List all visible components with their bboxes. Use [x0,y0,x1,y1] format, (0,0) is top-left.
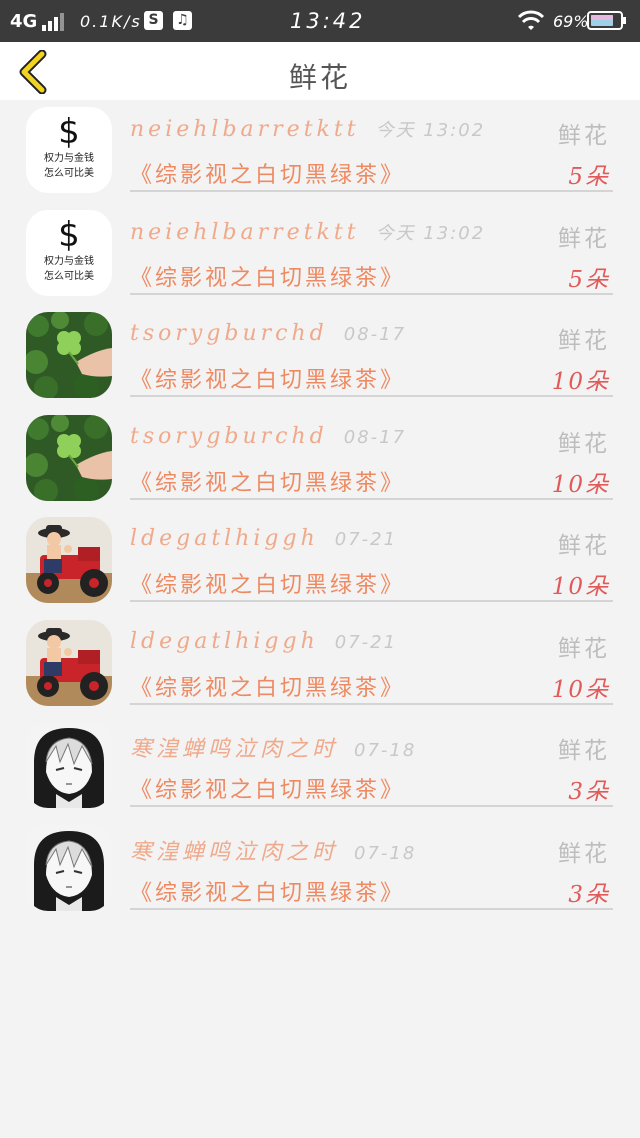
network-speed: 0.1K/s [80,12,142,31]
timestamp: 07-18 [354,740,417,761]
divider [130,292,613,295]
avatar-caption-line2: 怎么可比美 [44,168,94,179]
book-title[interactable]: 《综影视之白切黑绿茶》 [130,875,405,907]
username-text: ldegatlhiggh [130,628,319,654]
dollar-sign-icon: $ [58,112,80,152]
tractor-avatar[interactable] [26,517,112,603]
book-title[interactable]: 《综影视之白切黑绿茶》 [130,772,405,804]
list-item[interactable]: $ 权力与金钱 怎么可比美 neiehlbarretktt 今天 13:02 鲜花… [0,100,640,203]
flower-count: 10朵 [551,369,610,395]
avatar-caption-line2: 怎么可比美 [44,270,94,282]
clover-avatar[interactable] [26,312,112,398]
list-item[interactable]: tsorygburchd 08-17 鲜花 《综影视之白切黑绿茶》 10朵 [0,305,640,408]
username: neiehlbarretktt 今天 13:02 [130,219,485,245]
username-text: ldegatlhiggh [130,526,319,551]
tractor-avatar[interactable] [26,619,112,706]
flower-count: 10朵 [551,574,610,600]
timestamp: 08-17 [343,426,407,448]
clover-avatar[interactable] [26,414,112,501]
header-bar: 鲜花 [0,42,640,100]
list-item[interactable]: ldegatlhiggh 07-21 鲜花 《综影视之白切黑绿茶》 10朵 [0,613,640,716]
signal-icon [42,11,68,31]
book-title[interactable]: 《综影视之白切黑绿茶》 [130,260,405,292]
username: neiehlbarretktt 今天 13:02 [130,116,485,142]
book-title[interactable]: 《综影视之白切黑绿茶》 [130,157,405,189]
book-title[interactable]: 《综影视之白切黑绿茶》 [130,465,405,497]
username-text: tsorygburchd [130,423,328,449]
gift-type: 鲜花 [558,533,610,559]
avatar-caption-line1: 权力与金钱 [44,255,94,267]
flower-count: 3朵 [568,779,610,805]
clock: 13:42 [290,9,366,33]
divider [130,497,613,500]
divider [130,190,613,192]
username-text: tsorygburchd [130,321,328,346]
gift-type: 鲜花 [558,738,610,764]
status-bar: 4G 0.1K/s S ♫ 13:42 69% [0,0,640,42]
page-title: 鲜花 [288,61,351,94]
divider [130,805,613,807]
gift-type: 鲜花 [558,635,610,662]
username: 寒湟蝉鸣泣肉之时 07-18 [130,834,416,866]
timestamp: 08-17 [343,324,407,345]
username: tsorygburchd 08-17 [130,321,406,346]
music-icon: ♫ [173,11,192,30]
gift-type: 鲜花 [558,225,610,252]
gift-type: 鲜花 [558,123,610,149]
flower-count: 3朵 [568,881,610,908]
gift-type: 鲜花 [558,840,610,867]
timestamp: 今天 13:02 [375,222,486,244]
list-item[interactable]: ldegatlhiggh 07-21 鲜花 《综影视之白切黑绿茶》 10朵 [0,510,640,613]
battery-icon [587,11,626,30]
gift-type: 鲜花 [558,430,610,457]
list-item[interactable]: $ 权力与金钱 怎么可比美 neiehlbarretktt 今天 13:02 鲜花… [0,203,640,306]
wifi-icon [517,10,545,30]
flower-count: 5朵 [568,164,610,190]
list-item[interactable]: tsorygburchd 08-17 鲜花 《综影视之白切黑绿茶》 10朵 [0,408,640,511]
username: tsorygburchd 08-17 [130,424,406,449]
flower-count: 5朵 [568,266,610,293]
username-text: 寒湟蝉鸣泣肉之时 [130,737,339,762]
timestamp: 07-21 [334,631,398,653]
s-app-icon: S [144,11,163,30]
flower-count: 10朵 [551,676,610,703]
divider [130,702,613,705]
gift-type: 鲜花 [558,328,610,354]
flower-record-list: $ 权力与金钱 怎么可比美 neiehlbarretktt 今天 13:02 鲜花… [0,100,640,920]
avatar-caption-line1: 权力与金钱 [44,153,94,164]
timestamp: 07-21 [334,529,398,550]
username-text: 寒湟蝉鸣泣肉之时 [130,839,339,865]
list-item[interactable]: 寒湟蝉鸣泣肉之时 07-18 鲜花 《综影视之白切黑绿茶》 3朵 [0,715,640,818]
divider [130,907,613,910]
battery-percent: 69% [553,12,589,31]
divider [130,395,613,397]
username-text: neiehlbarretktt [130,219,360,245]
divider [130,600,613,602]
username: ldegatlhiggh 07-21 [130,526,397,551]
list-item[interactable]: 寒湟蝉鸣泣肉之时 07-18 鲜花 《综影视之白切黑绿茶》 3朵 [0,818,640,921]
dollar-sign-icon: $ [58,214,80,255]
username: ldegatlhiggh 07-21 [130,629,397,654]
money-avatar[interactable]: $ 权力与金钱 怎么可比美 [26,107,112,193]
flower-count: 10朵 [551,471,610,498]
timestamp: 今天 13:02 [375,120,486,141]
network-type: 4G [10,11,38,32]
money-avatar[interactable]: $ 权力与金钱 怎么可比美 [26,209,112,296]
book-title[interactable]: 《综影视之白切黑绿茶》 [130,567,405,599]
timestamp: 07-18 [354,842,417,864]
book-title[interactable]: 《综影视之白切黑绿茶》 [130,362,405,394]
anime-avatar[interactable] [26,722,112,808]
username: 寒湟蝉鸣泣肉之时 07-18 [130,731,416,763]
book-title[interactable]: 《综影视之白切黑绿茶》 [130,670,405,702]
anime-avatar[interactable] [26,824,112,911]
username-text: neiehlbarretktt [130,117,360,142]
